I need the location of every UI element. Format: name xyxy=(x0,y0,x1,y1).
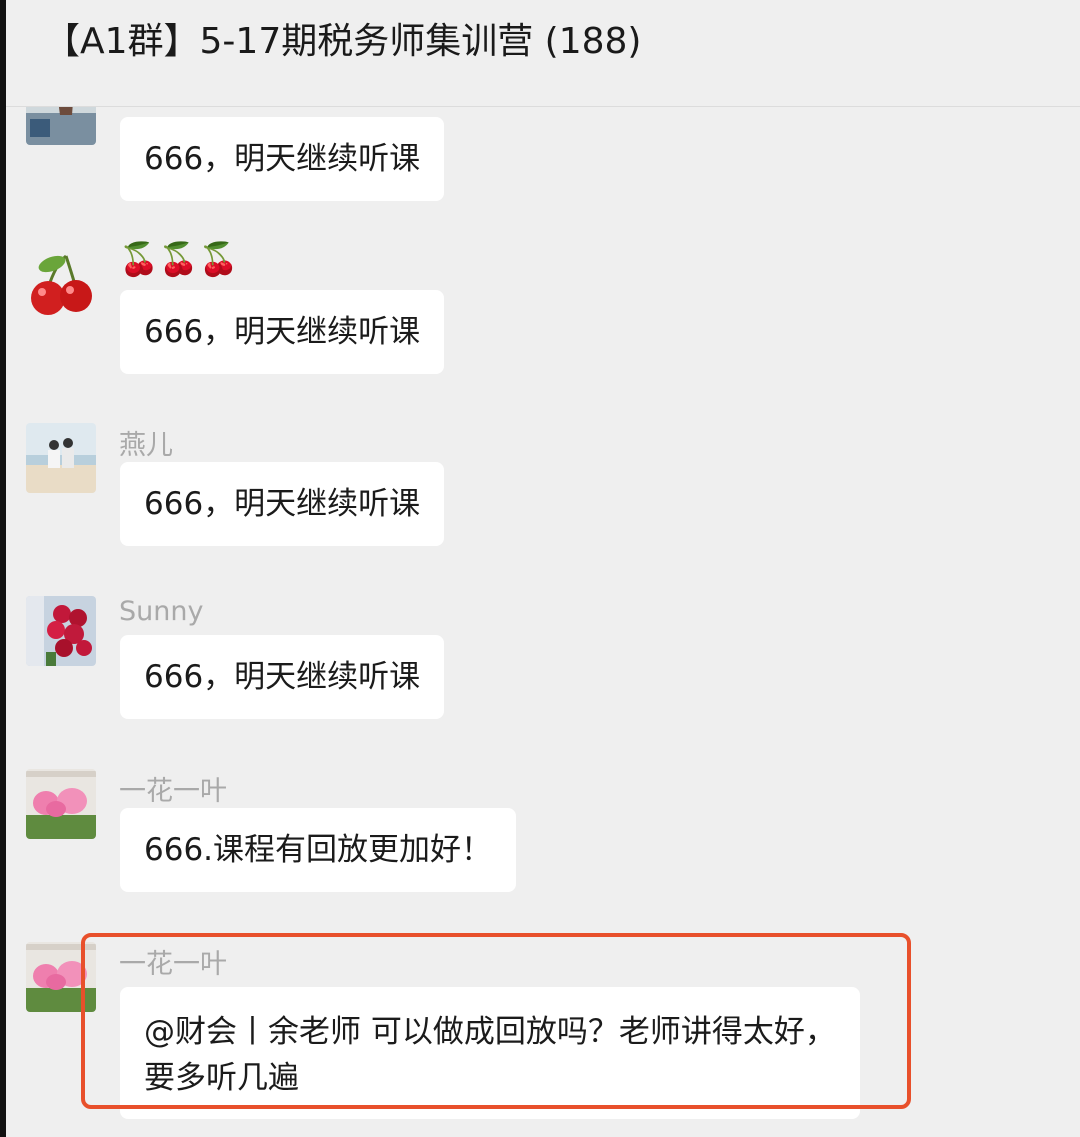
photo-avatar-icon[interactable] xyxy=(26,107,96,145)
chat-header: 【A1群】5-17期税务师集训营 (188) xyxy=(6,0,1080,107)
highlight-annotation xyxy=(81,933,911,1109)
sender-name: 一花一叶 xyxy=(119,776,227,807)
message-list[interactable]: 666，明天继续听课 🍒🍒🍒 666，明天继续听课 燕儿 666，明天继续听课 … xyxy=(6,107,1080,1137)
roses-avatar-icon[interactable] xyxy=(26,596,96,666)
group-title: 【A1群】5-17期税务师集训营 (188) xyxy=(44,21,642,62)
beach-couple-avatar-icon[interactable] xyxy=(26,423,96,493)
message-bubble[interactable]: 666，明天继续听课 xyxy=(120,290,445,374)
sender-name: Sunny xyxy=(119,596,204,627)
lotus-avatar-icon[interactable] xyxy=(26,769,96,839)
sender-name: 燕儿 xyxy=(119,430,173,461)
message-bubble[interactable]: 666，明天继续听课 xyxy=(120,635,445,719)
message-bubble[interactable]: 666，明天继续听课 xyxy=(120,117,445,201)
message-bubble[interactable]: 666.课程有回放更加好！ xyxy=(120,808,517,892)
message-bubble[interactable]: 666，明天继续听课 xyxy=(120,462,445,546)
cherry-avatar-icon[interactable] xyxy=(26,250,96,320)
sender-name: 🍒🍒🍒 xyxy=(119,240,239,278)
